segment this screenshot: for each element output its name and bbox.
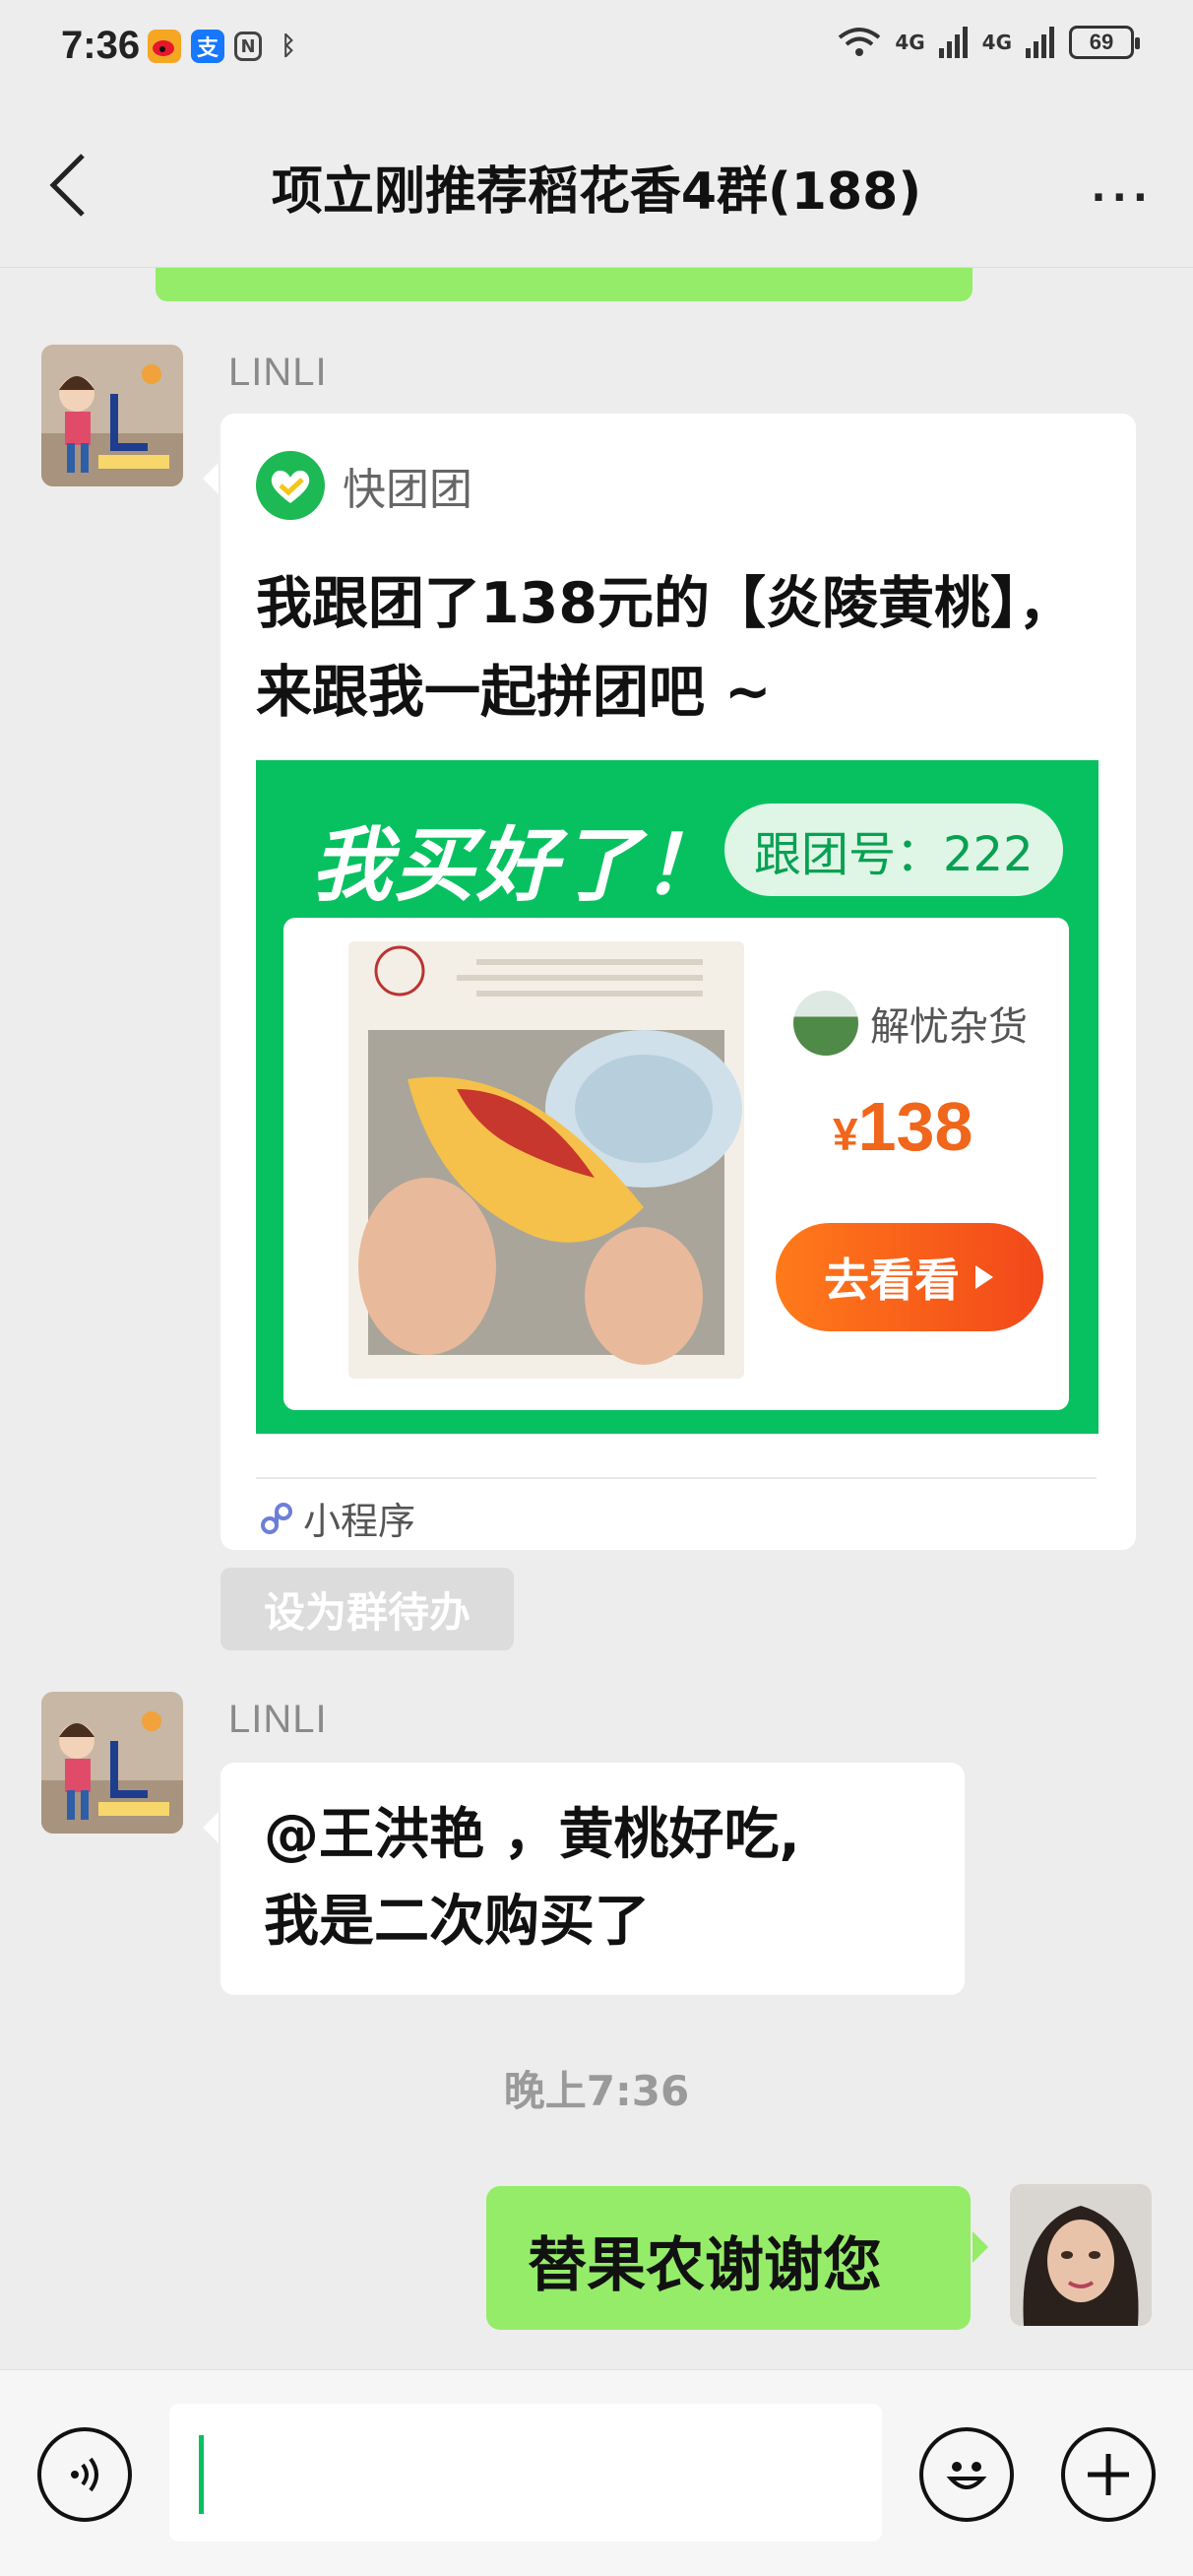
signal-icon-2 [1026,27,1054,58]
price-symbol: ¥ [833,1109,858,1160]
status-bar: 7:36 支 N ᛒ 4G 4G 69 [0,0,1193,98]
sender-name: LINLI [228,351,328,394]
view-button[interactable]: 去看看 [776,1223,1043,1331]
status-right: 4G 4G 69 [838,26,1140,59]
notification-icons: 支 N ᛒ [148,30,305,63]
price-value: 138 [857,1088,973,1165]
view-button-label: 去看看 [824,1254,960,1307]
mini-program-icon [261,1502,292,1534]
mini-program-name: 快团团 [343,465,472,515]
avatar[interactable] [41,345,183,486]
signal-icon [938,27,968,58]
sender-name: LINLI [228,1698,328,1741]
text-message-bubble[interactable]: @王洪艳 ，黄桃好吃, 我是二次购买了 [203,1763,965,1995]
status-time: 7:36 [61,24,141,67]
message-input[interactable] [169,2404,882,2542]
my-message-text: 替果农谢谢您 [528,2231,882,2300]
emoji-button[interactable] [919,2427,1014,2522]
banner-text: 我买好了！ [311,819,724,913]
input-bar [0,2369,1193,2576]
product-photo [348,941,744,1379]
mini-program-card[interactable]: 快团团 我跟团了138元的【炎陵黄桃】，来跟我一起拼团吧 ~ 我买好了！ 跟团号… [203,414,1136,1550]
card-divider [256,1477,1097,1479]
group-number-tag: 跟团号：222 [724,804,1063,896]
card-preview[interactable]: 我买好了！ 跟团号：222 解忧杂货 ¥138 去看看 [256,760,1099,1434]
card-title: 我跟团了138元的【炎陵黄桃】，来跟我一起拼团吧 ~ [256,571,1075,725]
bluetooth-icon: ᛒ [281,32,296,61]
my-avatar[interactable] [1010,2184,1152,2326]
mini-program-footer: 小程序 [260,1491,415,1545]
message-text: @王洪艳 ，黄桃好吃, 我是二次购买了 [264,1792,800,1965]
message-timestamp: 晚上7:36 [503,2067,690,2115]
plus-icon [1088,2454,1129,2495]
my-message-bubble[interactable]: 替果农谢谢您 [486,2186,988,2330]
product-price: ¥138 [833,1087,973,1166]
kuaituantuan-logo-icon [256,451,325,520]
nfc-icon: N [234,32,262,61]
more-icon[interactable]: ··· [1091,175,1154,221]
emoji-icon [946,2462,987,2489]
store-info: 解忧杂货 [793,991,1028,1056]
plus-button[interactable] [1061,2427,1156,2522]
store-avatar [793,991,858,1056]
product-panel: 解忧杂货 ¥138 去看看 [283,918,1069,1410]
play-arrow-icon [975,1265,993,1289]
mini-program-label: 小程序 [303,1500,416,1543]
wifi-icon [839,28,881,56]
alipay-icon: 支 [191,30,224,63]
chat-header: 项立刚推荐稻花香4群(188) ··· [0,98,1193,268]
store-name: 解忧杂货 [870,1004,1028,1050]
avatar[interactable] [41,1692,183,1834]
message-line-1: @王洪艳 ，黄桃好吃, [264,1803,800,1867]
text-caret [199,2435,204,2514]
weibo-icon [148,30,181,63]
previous-message-bubble[interactable] [156,268,973,301]
set-group-todo-button[interactable]: 设为群待办 [220,1568,514,1650]
voice-icon [71,2457,98,2492]
network-label-2: 4G [981,31,1012,54]
chat-title: 项立刚推荐稻花香4群(188) [271,162,922,222]
voice-button[interactable] [37,2427,132,2522]
mini-program-header: 快团团 [256,451,472,520]
network-label-1: 4G [895,31,925,54]
message-line-2: 我是二次购买了 [264,1890,650,1954]
battery-indicator: 69 [1069,26,1140,59]
